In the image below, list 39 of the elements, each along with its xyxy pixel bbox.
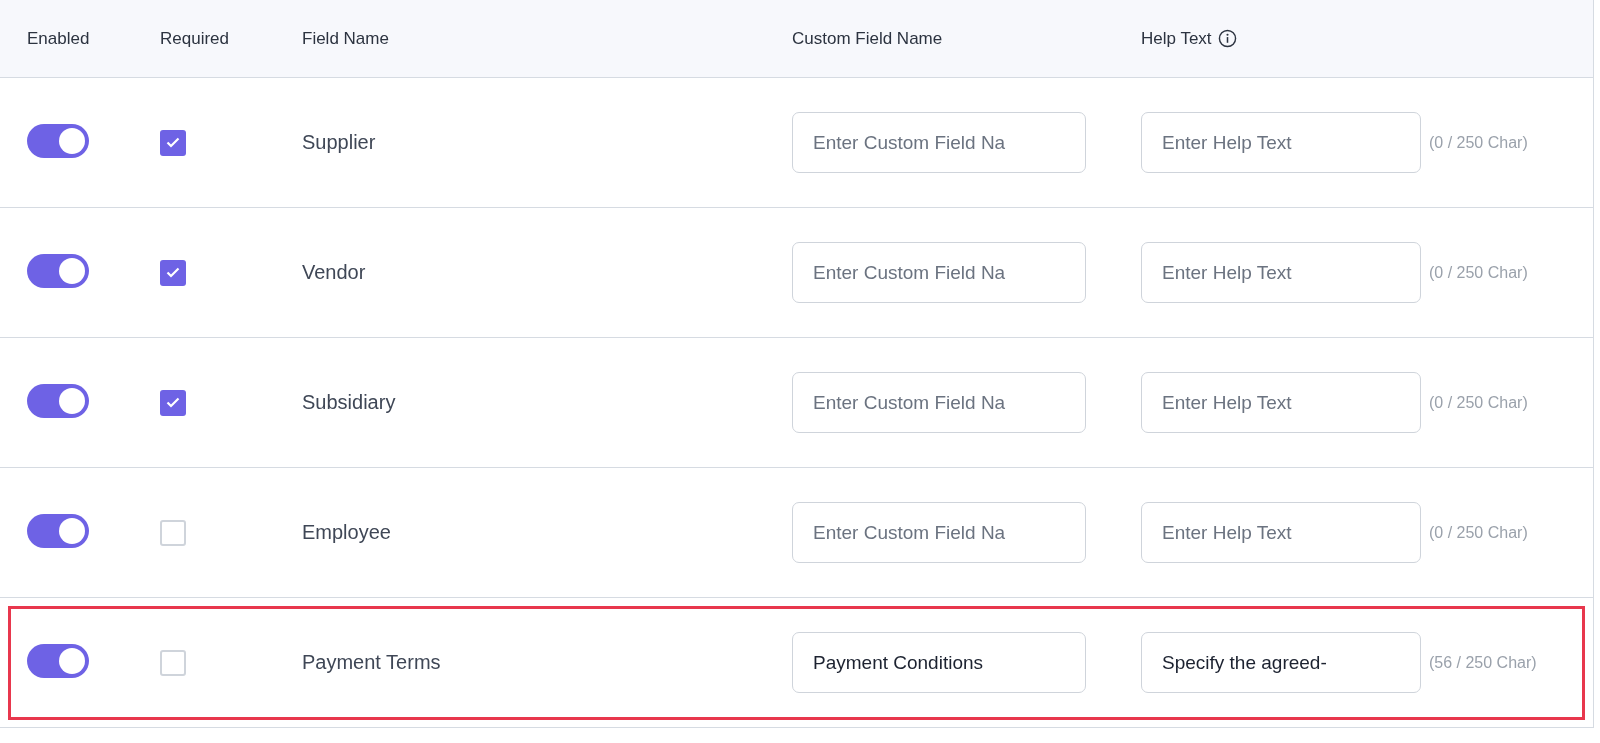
input-field[interactable]: Enter Help Text xyxy=(1141,502,1421,563)
info-icon[interactable] xyxy=(1217,29,1237,48)
toggle-switch[interactable] xyxy=(27,643,89,678)
column-header: Enabled xyxy=(26,28,91,49)
char-count: (0 / 250 Char) xyxy=(1429,393,1528,412)
toggle-switch[interactable] xyxy=(27,253,89,288)
field-name: Vendor xyxy=(302,261,366,283)
column-header: Required xyxy=(159,28,230,49)
check-icon xyxy=(166,267,180,278)
input-field[interactable]: Enter Custom Field Na xyxy=(792,112,1086,173)
field-name: Supplier xyxy=(302,131,376,153)
char-count: (0 / 250 Char) xyxy=(1429,523,1528,542)
char-count: (0 / 250 Char) xyxy=(1429,263,1528,282)
checkbox[interactable] xyxy=(160,129,186,156)
input-field[interactable]: Enter Custom Field Na xyxy=(792,242,1086,303)
input-field[interactable]: Enter Help Text xyxy=(1141,112,1421,173)
input-field[interactable]: Enter Help Text xyxy=(1141,372,1421,433)
toggle-switch[interactable] xyxy=(27,123,89,158)
check-icon xyxy=(166,397,180,408)
char-count: (0 / 250 Char) xyxy=(1429,133,1528,152)
input-field[interactable]: Payment Conditions xyxy=(792,632,1086,693)
input-field[interactable]: Enter Help Text xyxy=(1141,242,1421,303)
checkbox[interactable] xyxy=(160,389,186,416)
field-name: Subsidiary xyxy=(302,391,396,413)
checkbox[interactable] xyxy=(160,259,186,286)
input-field[interactable]: Enter Custom Field Na xyxy=(792,372,1086,433)
checkbox[interactable] xyxy=(160,519,186,546)
check-icon xyxy=(166,137,180,148)
toggle-switch[interactable] xyxy=(27,383,89,418)
char-count: (56 / 250 Char) xyxy=(1429,653,1537,672)
column-header: Help Text xyxy=(1141,28,1212,49)
column-header: Field Name xyxy=(301,28,390,49)
column-header: Custom Field Name xyxy=(791,28,944,49)
input-field[interactable]: Enter Custom Field Na xyxy=(792,502,1086,563)
input-field[interactable]: Specify the agreed- xyxy=(1141,632,1421,693)
toggle-switch[interactable] xyxy=(27,513,89,548)
field-name: Payment Terms xyxy=(302,651,441,673)
checkbox[interactable] xyxy=(160,649,186,676)
field-name: Employee xyxy=(302,521,391,543)
